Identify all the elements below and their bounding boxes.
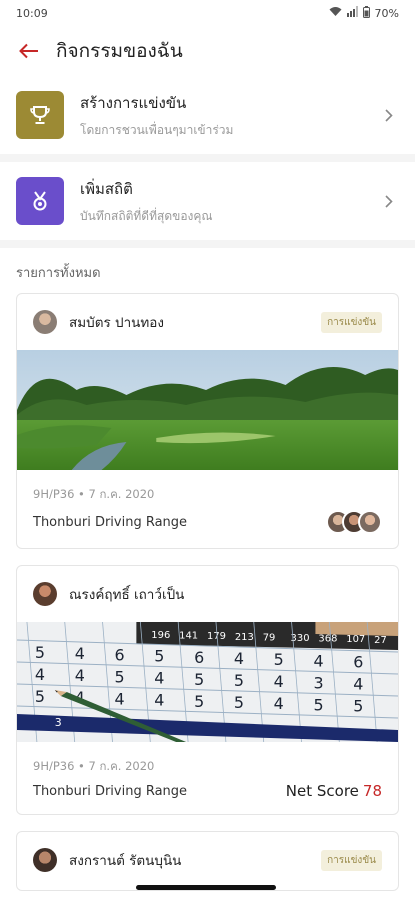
scorecard-photo: 196 141 179 213 79 330 368 107 275 4 6 5 6 4 5 4 64 4 5 4 5 5…	[17, 622, 398, 742]
scorecard-header-number: 27	[374, 635, 387, 646]
scorecard-digit: 4	[154, 669, 164, 688]
app-header: กิจกรรมของฉัน	[0, 26, 415, 76]
section-title: รายการทั้งหมด	[16, 266, 101, 281]
status-bar: 10:09 70%	[0, 0, 415, 26]
scorecard-digit: 4	[234, 649, 244, 668]
scorecard-header-number: 141	[179, 631, 198, 642]
avatar	[33, 848, 57, 872]
scorecard-digit: 6	[353, 653, 363, 672]
golf-course-photo	[17, 350, 398, 470]
scorecard-digit: 5	[154, 647, 164, 666]
trophy-icon	[16, 91, 64, 139]
scorecard-digit: 4	[114, 689, 124, 708]
battery-level: 70%	[374, 6, 399, 20]
action-subtitle: บันทึกสถิติที่ดีที่สุดของคุณ	[80, 208, 213, 223]
scorecard-digit: 4	[353, 675, 363, 694]
home-indicator[interactable]	[136, 885, 276, 890]
scorecard-digit: 5	[35, 643, 45, 662]
player-name: สงกรานต์ รัตนบุนิน	[69, 853, 182, 869]
scorecard-header-number: 107	[346, 634, 365, 645]
create-competition-button[interactable]: สร้างการแข่งขัน โดยการชวนเพื่อนๆมาเข้าร่…	[0, 76, 415, 162]
competition-badge: การแข่งขัน	[321, 849, 382, 871]
scorecard-digit: 4	[35, 665, 45, 684]
scorecard-digit: 5	[234, 693, 244, 712]
scorecard-digit: 5	[35, 687, 45, 706]
scorecard-digit: 4	[75, 666, 85, 685]
action-subtitle: โดยการชวนเพื่อนๆมาเข้าร่วม	[80, 122, 234, 137]
avatar	[33, 582, 57, 606]
scorecard-digit: 4	[154, 691, 164, 710]
participant-avatars	[326, 510, 382, 534]
scorecard-header-number: 213	[235, 632, 254, 643]
signal-icon	[346, 6, 358, 20]
scorecard-header-number: 79	[263, 632, 276, 643]
avatar	[33, 310, 57, 334]
venue-name: Thonburi Driving Range	[33, 783, 188, 799]
scorecard-row-label: 3	[55, 716, 62, 729]
scorecard-digit: 5	[234, 671, 244, 690]
scorecard-digit: 6	[114, 645, 124, 664]
player-name: สมบัตร ปานทอง	[69, 315, 164, 331]
activity-card[interactable]: ณรงค์ฤทธิ์ เถาว์เป็น 196 141 179 213 79 330 36…	[16, 565, 399, 815]
wifi-icon	[329, 6, 342, 20]
scorecard-digit: 4	[274, 672, 284, 691]
scorecard-digit: 4	[274, 694, 284, 713]
chevron-right-icon	[379, 194, 399, 208]
page-title: กิจกรรมของฉัน	[56, 40, 183, 62]
scorecard-digit: 5	[313, 695, 323, 714]
net-score: Net Score 78	[286, 782, 382, 800]
scorecard-digit: 6	[194, 648, 204, 667]
scorecard-digit: 5	[114, 667, 124, 686]
medal-icon	[16, 177, 64, 225]
round-meta: 9H/P36 • 7 ก.ค. 2020	[33, 487, 155, 501]
scorecard-digit: 4	[313, 651, 323, 670]
net-score-value: 78	[362, 782, 382, 800]
activity-card[interactable]: สมบัตร ปานทอง การแข่งขัน 9H/P36 • 7 ก.ค.…	[16, 293, 399, 549]
scorecard-header-number: 368	[318, 634, 337, 645]
player-name: ณรงค์ฤทธิ์ เถาว์เป็น	[69, 587, 185, 603]
chevron-right-icon	[379, 108, 399, 122]
scorecard-digit: 5	[194, 670, 204, 689]
avatar	[358, 510, 382, 534]
round-meta: 9H/P36 • 7 ก.ค. 2020	[33, 759, 155, 773]
venue-name: Thonburi Driving Range	[33, 514, 188, 530]
action-title: เพิ่มสถิติ	[80, 179, 133, 198]
scorecard-header-number: 196	[151, 630, 170, 641]
scorecard-digit: 5	[274, 650, 284, 669]
status-time: 10:09	[16, 6, 48, 20]
action-title: สร้างการแข่งขัน	[80, 93, 187, 112]
activity-card[interactable]: สงกรานต์ รัตนบุนิน การแข่งขัน	[16, 831, 399, 891]
back-arrow-icon[interactable]	[16, 38, 42, 64]
scorecard-digit: 5	[194, 692, 204, 711]
scorecard-digit: 4	[75, 644, 85, 663]
battery-icon	[362, 5, 370, 21]
add-stats-button[interactable]: เพิ่มสถิติ บันทึกสถิติที่ดีที่สุดของคุณ	[0, 162, 415, 248]
scorecard-digit: 3	[313, 673, 323, 692]
scorecard-digit: 5	[353, 697, 363, 716]
competition-badge: การแข่งขัน	[321, 311, 382, 333]
net-score-label: Net Score	[285, 782, 359, 800]
